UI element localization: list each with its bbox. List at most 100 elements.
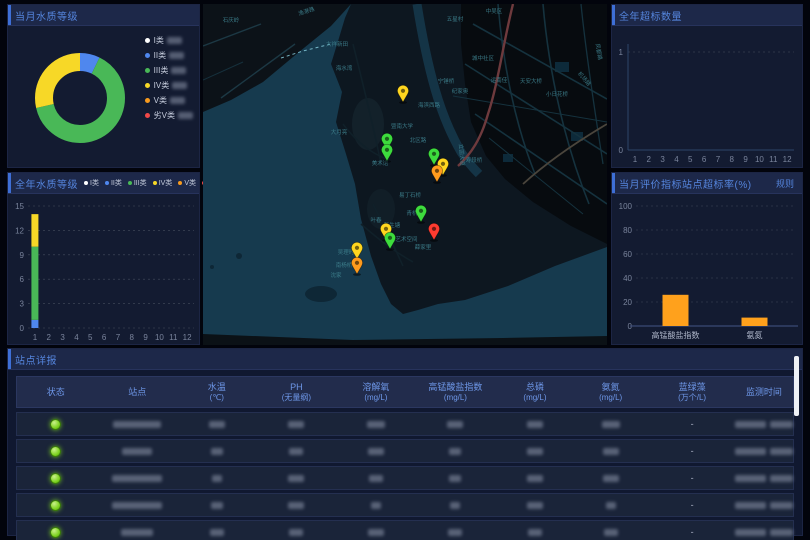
legend-item[interactable]: V类 xyxy=(178,178,196,188)
map-label: 海滨西路 xyxy=(418,101,441,109)
column-label: 站点 xyxy=(128,387,146,398)
map-label: 叶春 xyxy=(370,216,382,224)
table-cell xyxy=(17,419,95,430)
legend-dot-icon xyxy=(145,98,150,103)
legend-dot-icon xyxy=(128,181,132,185)
panel-header: 当月水质等级 xyxy=(8,5,199,26)
svg-text:6: 6 xyxy=(102,333,107,342)
column-header-9: 蓝绿藻(万个/L) xyxy=(649,382,734,403)
annual-quality-chart: 03691215123456789101112 xyxy=(8,194,199,344)
table-cell xyxy=(17,473,95,484)
table-cell xyxy=(17,527,95,538)
annual-exceed-chart: 10123456789101112 xyxy=(612,26,802,167)
table-cell xyxy=(339,448,413,455)
legend-item[interactable]: V类 xyxy=(145,93,193,108)
legend-dot-icon xyxy=(105,181,109,185)
redacted-value xyxy=(735,529,766,536)
panel-title: 当月水质等级 xyxy=(15,8,78,23)
table-row[interactable]: - xyxy=(16,493,794,517)
table-cell xyxy=(339,475,413,482)
status-ok-icon xyxy=(50,527,61,538)
table-cell xyxy=(95,421,180,428)
legend-dot-icon xyxy=(153,181,157,185)
status-ok-icon xyxy=(50,473,61,484)
header-accent-bar xyxy=(612,173,615,193)
table-cell xyxy=(572,475,650,482)
svg-text:0: 0 xyxy=(619,146,624,155)
redacted-value xyxy=(369,475,383,482)
column-unit: (mg/L) xyxy=(444,393,467,403)
svg-text:12: 12 xyxy=(15,226,24,235)
table-row[interactable]: - xyxy=(16,520,794,540)
table-cell xyxy=(180,421,254,428)
header-accent-bar xyxy=(8,349,11,369)
table-cell xyxy=(572,421,650,428)
map-label: 中吴区 xyxy=(486,7,503,15)
svg-text:20: 20 xyxy=(623,298,632,307)
redacted-value xyxy=(603,448,619,455)
panel-month-quality: 当月水质等级 I类II类 III类 IV类V类劣V类 xyxy=(7,4,200,168)
rule-link[interactable]: 规则 xyxy=(776,177,794,190)
redacted-value xyxy=(211,502,223,509)
column-label: 溶解氧 xyxy=(362,382,389,393)
legend-dot-icon xyxy=(145,68,150,73)
table-cell xyxy=(254,448,339,455)
legend-item[interactable]: IV类 xyxy=(145,78,193,93)
redacted-value xyxy=(368,448,384,455)
algae-value: - xyxy=(691,473,694,483)
legend-item[interactable]: I类 xyxy=(145,33,193,48)
table-row[interactable]: - xyxy=(16,466,794,490)
legend-item[interactable]: II类 xyxy=(145,48,193,63)
redacted-value xyxy=(211,448,223,455)
table-cell xyxy=(254,502,339,509)
column-label: PH xyxy=(290,382,303,393)
status-ok-icon xyxy=(50,419,61,430)
algae-value: - xyxy=(691,446,694,456)
table-cell: - xyxy=(649,473,734,483)
redacted-value xyxy=(172,82,187,89)
column-unit: (mg/L) xyxy=(364,393,387,403)
table-cell xyxy=(413,448,498,455)
table-cell xyxy=(498,421,572,428)
redacted-value xyxy=(209,421,225,428)
redacted-value xyxy=(122,448,152,455)
legend-item[interactable]: II类 xyxy=(105,178,122,188)
map-label: 城中社区 xyxy=(472,54,495,62)
redacted-value xyxy=(735,502,766,509)
legend-item[interactable]: III类 xyxy=(145,63,193,78)
redacted-value xyxy=(450,502,460,509)
map-panel[interactable]: 石庆岭渔港路大祥新田海水湾五星村中吴区城中社区运南佳天安大桥小日花桥机场路凤都路… xyxy=(203,4,607,345)
panel-annual-exceed: 全年超标数量 10123456789101112 xyxy=(611,4,803,168)
map-label: 易丁石桥 xyxy=(399,191,422,199)
redacted-value xyxy=(112,475,162,482)
legend-item[interactable]: III类 xyxy=(128,178,147,188)
table-row[interactable]: - xyxy=(16,439,794,463)
table-cell xyxy=(413,529,498,536)
table-cell: - xyxy=(649,500,734,510)
legend-label: V类 xyxy=(184,178,196,188)
legend-label: II类 xyxy=(111,178,122,188)
map-label: 大月亮 xyxy=(331,128,348,136)
table-cell xyxy=(180,529,254,536)
table-cell xyxy=(95,448,180,455)
column-label: 状态 xyxy=(47,387,65,398)
legend-item[interactable]: IV类 xyxy=(153,178,173,188)
svg-text:1: 1 xyxy=(33,333,38,342)
svg-text:100: 100 xyxy=(619,202,633,211)
svg-text:3: 3 xyxy=(20,300,25,309)
legend-label: III类 xyxy=(154,65,169,76)
column-header-6: 高锰酸盐指数(mg/L) xyxy=(413,382,498,403)
map-label: 南杨桥 xyxy=(336,261,353,269)
city-map[interactable]: 石庆岭渔港路大祥新田海水湾五星村中吴区城中社区运南佳天安大桥小日花桥机场路凤都路… xyxy=(203,4,607,345)
legend-dot-icon xyxy=(145,38,150,43)
legend-item[interactable]: 劣V类 xyxy=(145,108,193,123)
map-label: 寿段桥 xyxy=(466,156,483,164)
svg-text:氨氮: 氨氮 xyxy=(747,330,763,340)
legend-item[interactable]: I类 xyxy=(84,178,99,188)
header-accent-bar xyxy=(8,173,11,193)
table-scrollbar[interactable] xyxy=(794,356,799,416)
table-cell xyxy=(254,529,339,536)
table-row[interactable]: - xyxy=(16,412,794,436)
table-cell xyxy=(572,529,650,536)
panel-annual-quality: 全年水质等级 I类II类III类IV类V类劣V类 036912151234567… xyxy=(7,172,200,345)
